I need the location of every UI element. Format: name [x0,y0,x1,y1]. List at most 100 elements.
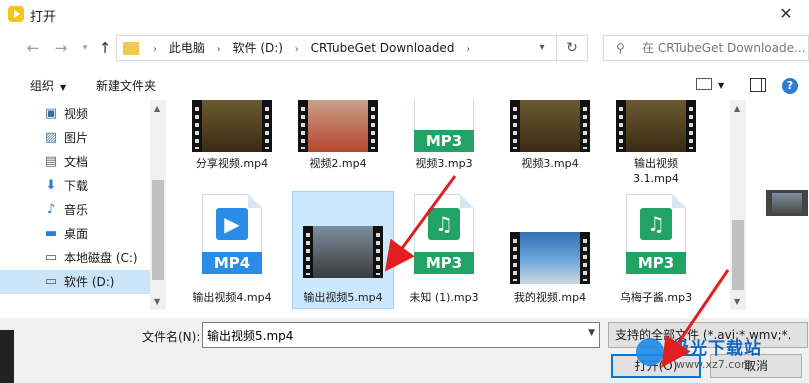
preview-pane-button[interactable] [750,78,766,92]
file-list-scrollbar[interactable]: ▲ ▼ [730,100,746,310]
file-item-share-video[interactable]: 分享视频.mp4 [182,100,282,180]
sidebar-item-drive-c[interactable]: ▭ 本地磁盘 (C:) [0,246,150,270]
breadcrumb-current-folder[interactable]: CRTubeGet Downloaded [311,41,455,55]
video-thumbnail [510,232,590,284]
file-item-output-video-5[interactable]: 输出视频5.mp4 [292,191,394,309]
video-thumbnail [192,100,272,152]
chevron-down-icon: ▼ [60,83,67,92]
sidebar-item-downloads[interactable]: ⬇ 下载 [0,174,150,198]
watermark-text: 极光下载站 [672,339,762,359]
change-view-button[interactable] [696,78,712,90]
search-icon: ⚲ [616,41,625,55]
file-name: 输出视频4.mp4 [192,291,272,304]
sidebar-item-videos[interactable]: ▣ 视频 [0,102,150,126]
mp4-badge: MP4 [202,252,262,274]
file-name: 输出视频5.mp4 [303,291,383,304]
file-name: 未知 (1).mp3 [409,291,479,304]
breadcrumb-drive-d[interactable]: 软件 (D:) [233,41,283,55]
file-name: 视频3.mp4 [521,157,579,170]
sidebar-item-label: 软件 (D:) [64,275,115,289]
music-note-icon: ♫ [640,208,672,240]
organize-menu[interactable]: 组织 ▼ [30,72,66,100]
up-arrow-icon[interactable]: ↑ [94,37,116,59]
file-item-output-video-4[interactable]: ▶ MP4 输出视频4.mp4 [182,194,282,306]
address-dropdown-icon[interactable]: ▾ [531,36,553,60]
drive-icon: ▭ [44,274,58,289]
preview-thumbnail [766,190,808,216]
search-input[interactable]: 在 CRTubeGet Downloade... [642,36,808,60]
mp3-file-icon: MP3 [414,100,474,152]
mp3-file-icon: ♫ MP3 [414,194,474,274]
refresh-icon[interactable]: ↻ [556,36,587,60]
video-thumbnail [303,226,383,278]
scroll-down-icon[interactable]: ▼ [154,297,160,306]
filename-input[interactable] [205,325,579,345]
help-button[interactable]: ? [782,78,798,94]
sidebar-item-label: 图片 [64,131,89,145]
close-icon[interactable]: ✕ [763,0,809,28]
new-folder-button[interactable]: 新建文件夹 [96,72,156,100]
sidebar-item-label: 文档 [64,155,89,169]
sidebar-item-drive-d[interactable]: ▭ 软件 (D:) [0,270,150,294]
file-item-video3-mp3[interactable]: MP3 视频3.mp3 [394,100,494,180]
music-icon: ♪ [46,202,56,217]
file-item-output-video-3-1[interactable]: 输出视频3.1.mp4 [606,100,706,190]
filename-field[interactable]: ▼ [202,322,600,348]
file-name: 我的视频.mp4 [513,291,587,304]
sidebar-scroll-thumb[interactable] [152,180,164,280]
search-box[interactable]: ⚲ 在 CRTubeGet Downloade... [603,35,809,61]
view-options-chevron-icon[interactable]: ▼ [718,81,724,90]
sidebar-item-label: 音乐 [64,203,89,217]
file-name: 视频3.mp3 [415,157,473,170]
filename-label: 文件名(N): [142,330,201,344]
file-name: 分享视频.mp4 [195,157,269,170]
sidebar-item-label: 下载 [64,179,89,193]
file-item-wumeizijiang[interactable]: ♫ MP3 乌梅子酱.mp3 [606,194,706,306]
file-item-unknown-mp3[interactable]: ♫ MP3 未知 (1).mp3 [394,194,494,306]
background-window-edge [0,330,14,383]
file-name: 输出视频3.1.mp4 [633,157,679,185]
scroll-up-icon[interactable]: ▲ [734,104,740,113]
video-thumbnail [616,100,696,152]
sidebar-item-pictures[interactable]: ▨ 图片 [0,126,150,150]
file-list-scroll-thumb[interactable] [732,220,744,290]
organize-label: 组织 [30,79,55,93]
recent-locations-chevron-icon[interactable]: ▾ [74,37,96,59]
back-arrow-icon[interactable]: ← [22,37,44,59]
sidebar-scrollbar[interactable]: ▲ ▼ [150,100,166,310]
breadcrumb-separator-icon: › [466,44,471,55]
video-icon: ▣ [44,106,58,121]
app-play-icon [8,6,24,22]
breadcrumb-separator-icon: › [153,44,157,55]
breadcrumb-separator-icon: › [216,44,221,55]
help-icon: ? [782,78,798,94]
mp3-badge: MP3 [626,252,686,274]
window-title: 打开 [30,10,57,25]
sidebar-item-desktop[interactable]: ▬ 桌面 [0,222,150,246]
file-item-video2[interactable]: 视频2.mp4 [288,100,388,180]
file-name: 乌梅子酱.mp3 [619,291,693,304]
scroll-down-icon[interactable]: ▼ [734,297,740,306]
file-list: 分享视频.mp4 视频2.mp4 MP3 视频3.mp3 视频3.mp4 输出视… [166,100,746,310]
file-item-video3-mp4[interactable]: 视频3.mp4 [500,100,600,180]
navigation-pane: ▣ 视频 ▨ 图片 ▤ 文档 ⬇ 下载 ♪ 音乐 ▬ 桌面 ▭ 本地磁盘 (C:… [0,100,166,310]
file-item-my-video[interactable]: 我的视频.mp4 [500,194,600,306]
desktop-icon: ▬ [44,226,58,241]
mp4-file-icon: ▶ MP4 [202,194,262,274]
download-icon: ⬇ [45,178,57,193]
image-icon: ▨ [44,130,58,145]
breadcrumb-this-pc[interactable]: 此电脑 [169,41,205,55]
file-name: 视频2.mp4 [309,157,367,170]
sidebar-item-music[interactable]: ♪ 音乐 [0,198,150,222]
sidebar-item-label: 本地磁盘 (C:) [64,251,138,265]
scroll-up-icon[interactable]: ▲ [154,104,160,113]
mp3-badge: MP3 [414,130,474,152]
drive-icon: ▭ [44,250,58,265]
watermark: 极光下载站 www.xz7.com [636,330,806,380]
chevron-down-icon[interactable]: ▼ [588,328,595,338]
sidebar-item-documents[interactable]: ▤ 文档 [0,150,150,174]
forward-arrow-icon[interactable]: → [50,37,72,59]
sidebar-item-label: 视频 [64,107,89,121]
music-note-icon: ♫ [428,208,460,240]
address-bar[interactable]: › 此电脑 › 软件 (D:) › CRTubeGet Downloaded ›… [116,35,588,61]
